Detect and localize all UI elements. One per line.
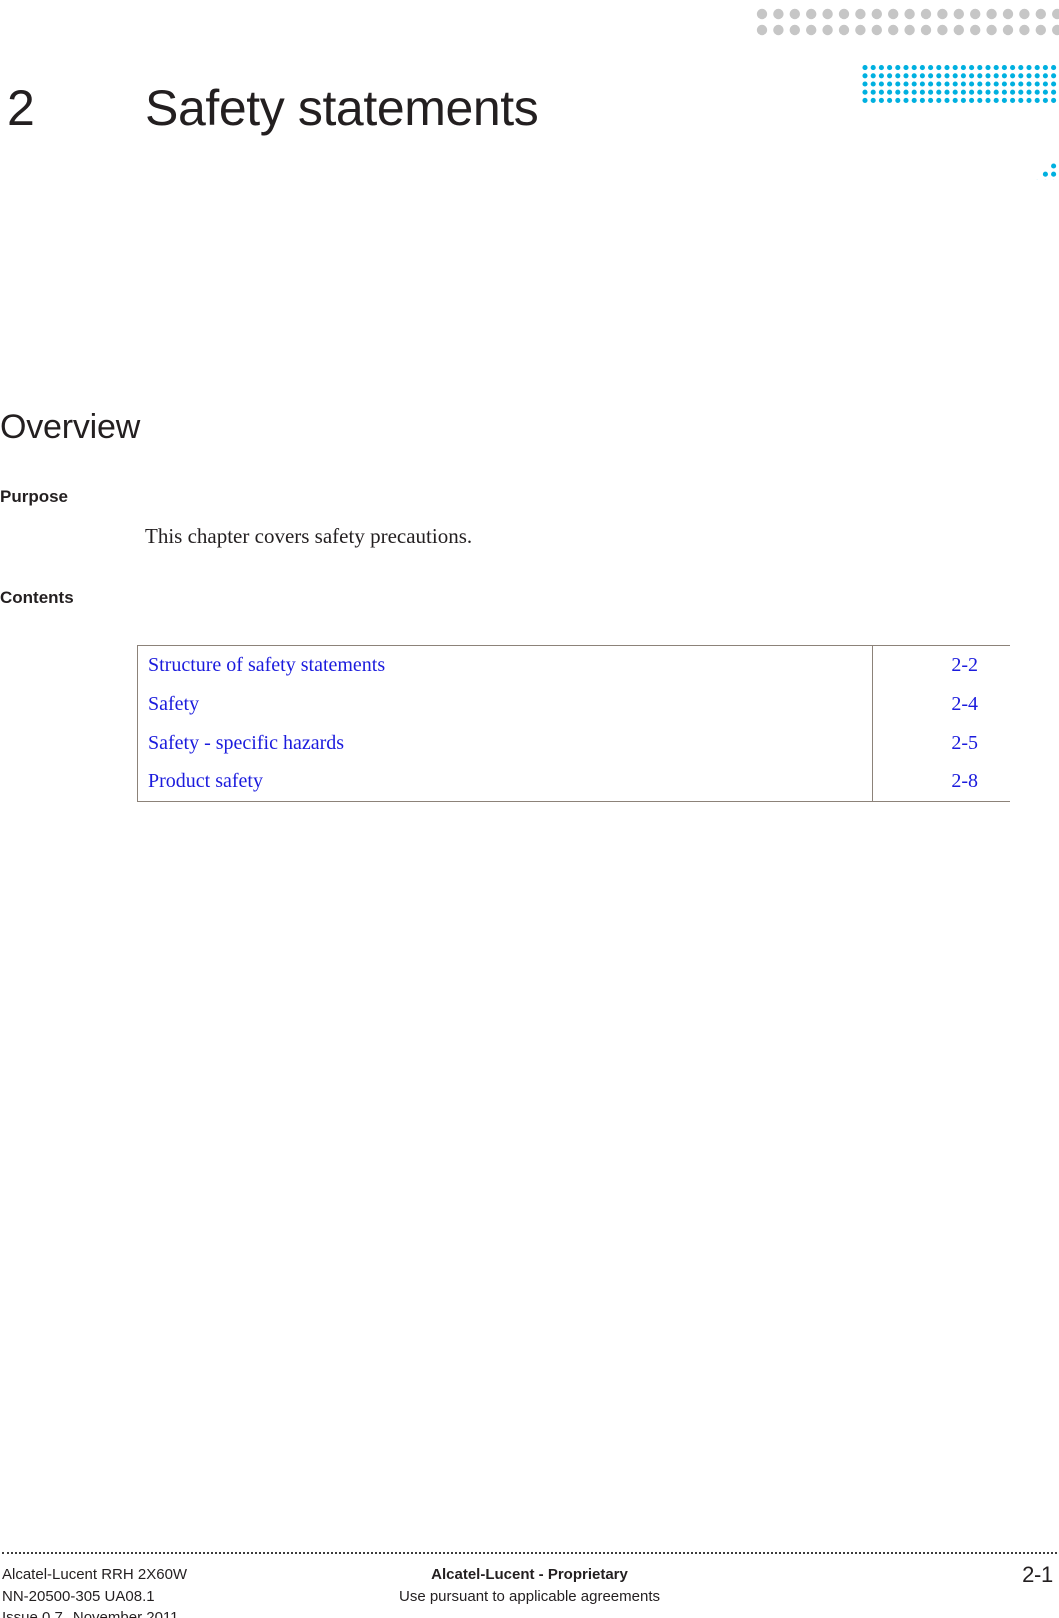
chapter-heading: 2 Safety statements [0,78,760,148]
toc-entry-cell: Structure of safety statements [137,645,873,685]
table-row: Safety 2-4 [137,684,1010,724]
toc-page-cell: 2-2 [871,645,1010,685]
footer-date: November 2011 [72,1609,179,1618]
contents-table-body: Structure of safety statements 2-2 Safet… [137,645,1010,802]
footer-page-number: 2-1 [1022,1562,1053,1587]
footer-issue: Issue 0.7 [2,1609,63,1618]
chapter-number: 2 [7,80,35,136]
toc-link-safety-specific-hazards[interactable]: Safety - specific hazards [148,732,344,754]
toc-page-cell: 2-5 [871,723,1010,763]
toc-entry-cell: Safety - specific hazards [137,723,873,763]
toc-page-number[interactable]: 2-8 [951,770,978,792]
footer-divider [2,1552,1057,1554]
page-title: Safety statements [145,80,539,136]
toc-entry-cell: Product safety [137,762,873,802]
toc-page-number[interactable]: 2-4 [951,693,978,715]
contents-table: Structure of safety statements 2-2 Safet… [137,645,1010,802]
footer-center-block: Alcatel-Lucent - Proprietary Use pursuan… [0,1564,1059,1607]
footer-issue-line: Issue 0.7 November 2011 [2,1607,187,1618]
toc-link-product-safety[interactable]: Product safety [148,770,263,792]
toc-page-cell: 2-4 [871,684,1010,724]
overview-heading: Overview [0,408,141,446]
toc-link-safety[interactable]: Safety [148,693,199,715]
contents-heading: Contents [0,588,74,607]
footer-proprietary-notice: Alcatel-Lucent - Proprietary [431,1566,628,1583]
toc-page-number[interactable]: 2-5 [951,732,978,754]
toc-page-cell: 2-8 [871,762,1010,802]
table-row: Product safety 2-8 [137,762,1010,802]
toc-page-number[interactable]: 2-2 [951,654,978,676]
page-footer: Alcatel-Lucent RRH 2X60W NN-20500-305 UA… [0,1500,1059,1618]
toc-entry-cell: Safety [137,684,873,724]
document-page: 2 Safety statements Overview Purpose Thi… [0,0,1059,1618]
table-row: Structure of safety statements 2-2 [137,645,1010,685]
table-row: Safety - specific hazards 2-5 [137,723,1010,763]
footer-usage-notice: Use pursuant to applicable agreements [399,1587,660,1605]
toc-link-structure-of-safety-statements[interactable]: Structure of safety statements [148,654,385,676]
purpose-heading: Purpose [0,487,69,506]
purpose-paragraph: This chapter covers safety precautions. [145,524,473,548]
